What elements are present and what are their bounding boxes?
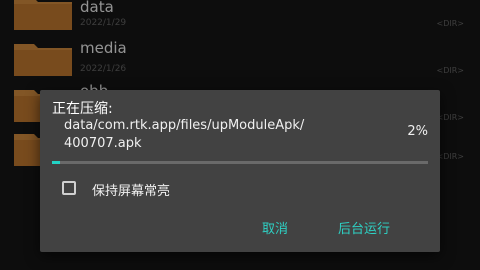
keep-screen-on-checkbox[interactable] (62, 181, 76, 195)
progress-percent: 2% (407, 124, 428, 139)
compress-file-path: data/com.rtk.app/files/upModuleApk/ 4007… (64, 118, 305, 151)
keep-screen-on-label: 保持屏幕常亮 (92, 184, 171, 199)
run-in-background-button[interactable]: 后台运行 (338, 218, 390, 237)
progress-bar-fill (52, 161, 60, 164)
cancel-button[interactable]: 取消 (262, 218, 288, 237)
progress-bar (52, 161, 428, 164)
compress-progress-dialog: 正在压缩: data/com.rtk.app/files/upModuleApk… (40, 90, 440, 252)
dialog-title: 正在压缩: (52, 101, 113, 117)
